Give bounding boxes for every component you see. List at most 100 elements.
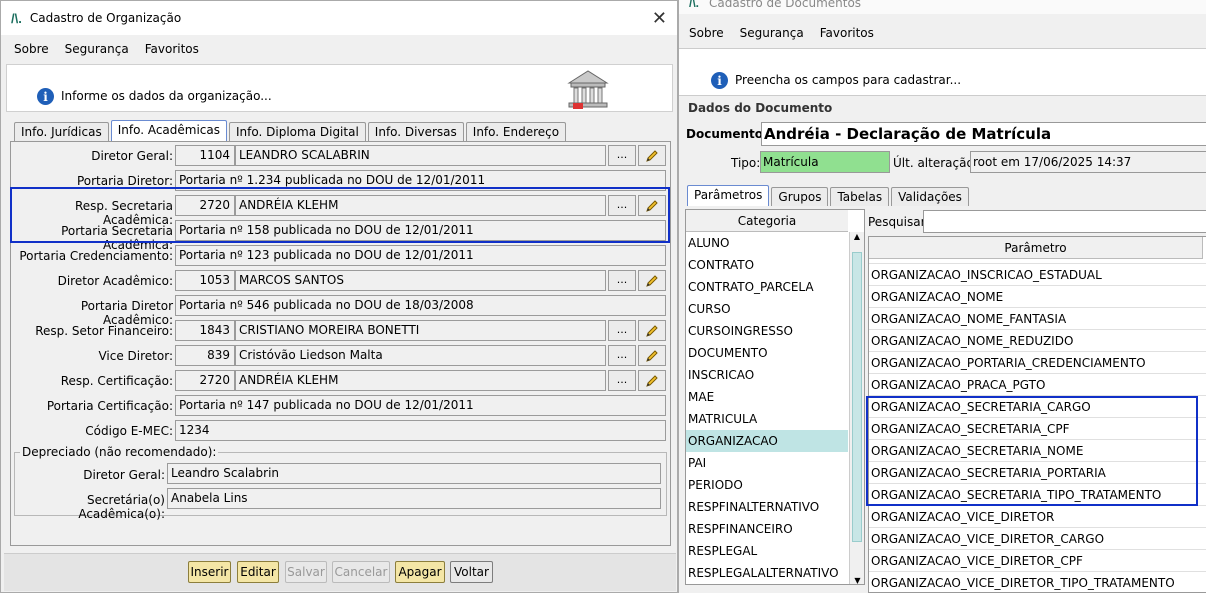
info-icon: i [37, 88, 54, 105]
resp-financeiro-search-button[interactable]: ... [608, 320, 636, 341]
scroll-thumb[interactable] [852, 252, 862, 542]
category-item[interactable]: PERIODO [686, 474, 848, 496]
parameter-item[interactable]: ORGANIZACAO_PRACA_PGTO [869, 374, 1206, 396]
tab-info-academicas[interactable]: Info. Acadêmicas [110, 120, 228, 141]
parameter-item[interactable]: ORGANIZACAO_VICE_DIRETOR_CPF [869, 550, 1206, 572]
parameter-item[interactable]: ORGANIZACAO_PORTARIA_CREDENCIAMENTO [869, 352, 1206, 374]
category-item[interactable]: RESPFINALTERNATIVO [686, 496, 848, 518]
cancel-button[interactable]: Cancelar [332, 561, 390, 583]
parameter-item[interactable]: ORGANIZACAO_NOME_FANTASIA [869, 308, 1206, 330]
tab-info-juridicas[interactable]: Info. Jurídicas [14, 122, 109, 141]
resp-financeiro-name-field[interactable]: CRISTIANO MOREIRA BONETTI [235, 320, 606, 341]
diretor-academico-code-field[interactable]: 1053 [175, 270, 235, 291]
last-change-field: root em 17/06/2025 14:37 [970, 151, 1206, 173]
vice-diretor-name-field[interactable]: Cristóvão Liedson Malta [235, 345, 606, 366]
parameter-item[interactable]: ORGANIZACAO_VICE_DIRETOR_TIPO_TRATAMENTO [869, 572, 1206, 592]
resp-certificacao-name-field[interactable]: ANDRÉIA KLEHM [235, 370, 606, 391]
vice-diretor-edit-button[interactable] [638, 345, 666, 366]
type-field[interactable]: Matrícula [760, 151, 890, 173]
category-item[interactable]: RESPLEGALALTERNATIVO [686, 562, 848, 584]
category-item[interactable]: RESPLEGAL [686, 540, 848, 562]
edit-button[interactable]: Editar [237, 561, 279, 583]
menu-favoritos[interactable]: Favoritos [820, 26, 874, 40]
category-item[interactable]: CONTRATO [686, 254, 848, 276]
scroll-down-icon[interactable]: ▼ [850, 576, 864, 584]
label-diretor-academico: Diretor Acadêmico: [57, 274, 173, 288]
tab-parametros[interactable]: Parâmetros [687, 185, 770, 206]
parameter-item[interactable]: ORGANIZACAO_NOME_REDUZIDO [869, 330, 1206, 352]
tab-info-diploma-digital[interactable]: Info. Diploma Digital [229, 122, 366, 141]
label-deprecated-secretaria: Secretária(o) Acadêmica(o): [78, 493, 165, 521]
diretor-geral-search-button[interactable]: ... [608, 145, 636, 166]
resp-certificacao-search-button[interactable]: ... [608, 370, 636, 391]
diretor-geral-edit-button[interactable] [638, 145, 666, 166]
label-resp-setor-financeiro: Resp. Setor Financeiro: [35, 324, 173, 338]
menu-seguranca[interactable]: Segurança [65, 42, 129, 56]
tab-info-diversas[interactable]: Info. Diversas [367, 122, 464, 141]
tab-grupos[interactable]: Grupos [771, 187, 829, 206]
vice-diretor-code-field[interactable]: 839 [175, 345, 235, 366]
parameter-item[interactable]: ORGANIZACAO_INSCRICAO_ESTADUAL [869, 264, 1206, 286]
close-icon[interactable]: ✕ [652, 8, 667, 29]
organization-tabs: Info. Jurídicas Info. Acadêmicas Info. D… [14, 120, 568, 141]
codigo-emec-field[interactable]: 1234 [175, 420, 666, 441]
portaria-diretor-academico-field[interactable]: Portaria nº 546 publicada no DOU de 18/0… [175, 295, 666, 316]
category-item[interactable]: MATRICULA [686, 408, 848, 430]
app-logo-icon: /\. [11, 10, 22, 26]
parameter-item[interactable]: ORGANIZACAO_VICE_DIRETOR [869, 506, 1206, 528]
diretor-geral-code-field[interactable]: 1104 [175, 145, 235, 166]
document-label: Documento: [686, 127, 768, 141]
category-item[interactable]: CURSOINGRESSO [686, 320, 848, 342]
diretor-academico-edit-button[interactable] [638, 270, 666, 291]
menu-sobre[interactable]: Sobre [14, 42, 49, 56]
parameter-item[interactable]: ORGANIZACAO_NOME [869, 286, 1206, 308]
info-banner: i Preencha os campos para cadastrar... [679, 48, 1206, 96]
tab-info-endereco[interactable]: Info. Endereço [465, 122, 567, 141]
document-field[interactable]: Andréia - Declaração de Matrícula [761, 122, 1206, 146]
label-resp-certificacao: Resp. Certificação: [60, 374, 173, 388]
menu-seguranca[interactable]: Segurança [740, 26, 804, 40]
deprecated-diretor-geral-field[interactable]: Leandro Scalabrin [167, 463, 661, 484]
resp-financeiro-code-field[interactable]: 1843 [175, 320, 235, 341]
category-item[interactable]: CONTRATO_PARCELA [686, 276, 848, 298]
pencil-icon [646, 324, 658, 337]
diretor-academico-search-button[interactable]: ... [608, 270, 636, 291]
back-button[interactable]: Voltar [450, 561, 493, 583]
category-item[interactable]: ALUNO [686, 232, 848, 254]
delete-button[interactable]: Apagar [395, 561, 445, 583]
category-scrollbar[interactable]: ▲ ▼ [849, 232, 864, 584]
pencil-icon [646, 274, 658, 287]
tab-tabelas[interactable]: Tabelas [830, 187, 890, 206]
scroll-up-icon[interactable]: ▲ [850, 232, 864, 241]
tab-validacoes[interactable]: Validações [891, 187, 969, 206]
resp-financeiro-edit-button[interactable] [638, 320, 666, 341]
deprecated-secretaria-field[interactable]: Anabela Lins [167, 488, 661, 509]
pencil-icon [646, 374, 658, 387]
category-item[interactable]: CURSO [686, 298, 848, 320]
menu-sobre[interactable]: Sobre [689, 26, 724, 40]
resp-certificacao-edit-button[interactable] [638, 370, 666, 391]
diretor-academico-name-field[interactable]: MARCOS SANTOS [235, 270, 606, 291]
category-item[interactable]: DOCUMENTO [686, 342, 848, 364]
parameter-item[interactable]: ORGANIZACAO_VICE_DIRETOR_CARGO [869, 528, 1206, 550]
portaria-credenciamento-field[interactable]: Portaria nº 123 publicada no DOU de 12/0… [175, 245, 666, 266]
vice-diretor-search-button[interactable]: ... [608, 345, 636, 366]
portaria-certificacao-field[interactable]: Portaria nº 147 publicada no DOU de 12/0… [175, 395, 666, 416]
search-input[interactable] [923, 210, 1206, 233]
resp-certificacao-code-field[interactable]: 2720 [175, 370, 235, 391]
category-item[interactable]: INSCRICAO [686, 364, 848, 386]
category-item[interactable]: RESPFINANCEIRO [686, 518, 848, 540]
window-title: Cadastro de Documentos [709, 0, 862, 10]
highlight-box-secretaria [10, 187, 670, 243]
menu-favoritos[interactable]: Favoritos [145, 42, 199, 56]
category-item[interactable]: ORGANIZACAO [686, 430, 848, 452]
highlight-box-secretaria-params [866, 396, 1198, 506]
info-text: Preencha os campos para cadastrar... [735, 73, 962, 87]
insert-button[interactable]: Inserir [188, 561, 231, 583]
category-item[interactable]: MAE [686, 386, 848, 408]
save-button[interactable]: Salvar [285, 561, 327, 583]
diretor-geral-name-field[interactable]: LEANDRO SCALABRIN [235, 145, 606, 166]
app-logo-icon: /\. [689, 0, 700, 10]
category-item[interactable]: PAI [686, 452, 848, 474]
menu-bar: Sobre Segurança Favoritos [689, 26, 874, 40]
